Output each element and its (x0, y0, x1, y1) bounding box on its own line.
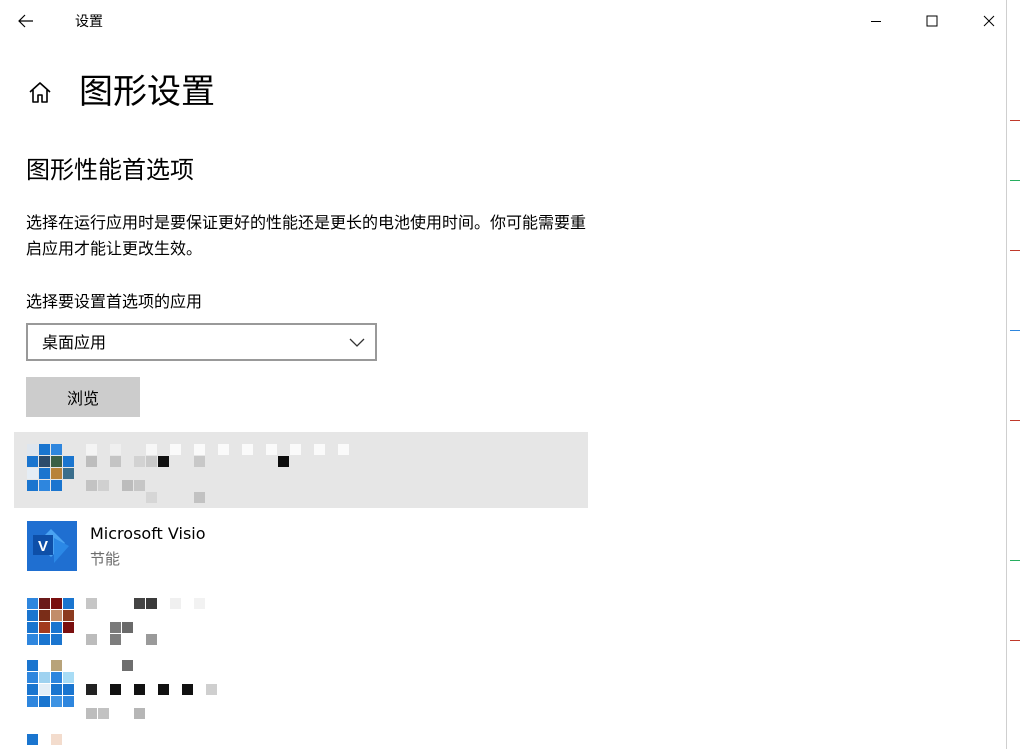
section-description: 选择在运行应用时是要保证更好的性能还是更长的电池使用时间。你可能需要重启应用才能… (26, 213, 587, 258)
home-icon[interactable] (26, 79, 54, 107)
app-preference: 节能 (90, 550, 121, 568)
app-list-item-obscured-2[interactable] (14, 592, 588, 658)
background-window-edge (1006, 0, 1020, 749)
back-button[interactable] (0, 0, 52, 42)
app-list-item-obscured-3[interactable] (14, 658, 588, 749)
chevron-down-icon (349, 338, 365, 347)
edge-mark (1010, 420, 1020, 421)
title-bar: 设置 (0, 0, 1006, 42)
obscured-app-label (86, 598, 226, 650)
edge-mark (1010, 330, 1020, 331)
edge-mark (1010, 120, 1020, 121)
svg-text:V: V (38, 538, 48, 555)
minimize-icon (871, 21, 881, 22)
settings-window: 设置 图形设置 图形性能首选项 选择在运行应用时是要保证更好的性能还是更长的电池… (0, 0, 1006, 749)
minimize-button[interactable] (847, 0, 905, 42)
obscured-app-icon (27, 660, 77, 746)
edge-mark (1010, 560, 1020, 561)
visio-icon: V (27, 521, 77, 571)
page-title: 图形设置 (79, 72, 215, 112)
window-title: 设置 (75, 14, 103, 30)
edge-mark (1010, 640, 1020, 641)
app-list-item-obscured-1[interactable] (14, 432, 588, 508)
browse-button[interactable]: 浏览 (26, 377, 140, 417)
edge-mark (1010, 180, 1020, 181)
app-name: Microsoft Visio (90, 524, 206, 543)
obscured-app-label (86, 660, 236, 720)
app-list-item-visio[interactable]: V Microsoft Visio 节能 (14, 512, 588, 588)
edge-mark (1010, 250, 1020, 251)
app-type-selected-value: 桌面应用 (42, 333, 107, 352)
app-type-dropdown[interactable]: 桌面应用 (26, 323, 377, 361)
maximize-icon (926, 15, 938, 27)
obscured-app-icon (27, 444, 77, 494)
close-button[interactable] (960, 0, 1006, 42)
close-icon (983, 15, 995, 27)
obscured-app-icon (27, 598, 77, 648)
arrow-left-icon (18, 14, 33, 28)
app-list: V Microsoft Visio 节能 (14, 432, 588, 749)
app-type-label: 选择要设置首选项的应用 (26, 292, 203, 311)
maximize-button[interactable] (903, 0, 961, 42)
section-title: 图形性能首选项 (26, 156, 194, 184)
obscured-app-label (86, 444, 356, 503)
